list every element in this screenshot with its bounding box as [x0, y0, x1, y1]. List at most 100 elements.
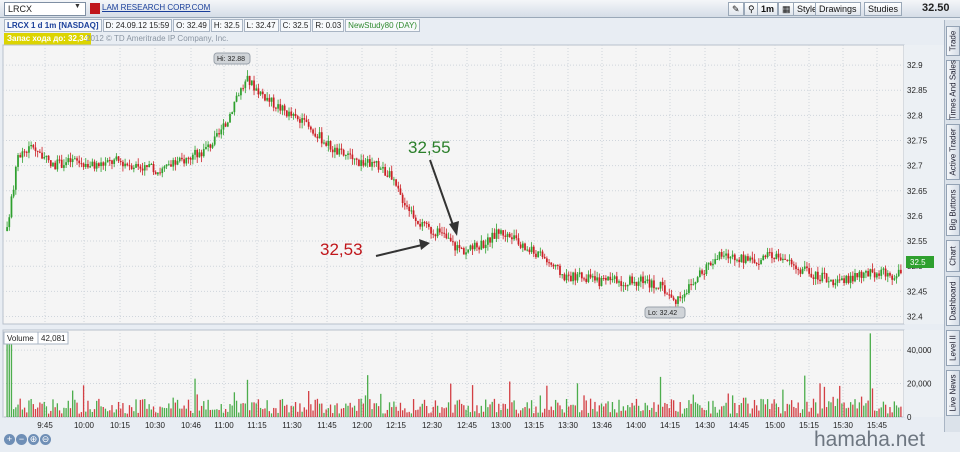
candle-body — [148, 164, 151, 168]
volume-bar — [554, 399, 557, 417]
volume-bar — [441, 407, 443, 417]
candle-body — [233, 101, 236, 113]
tab-chart[interactable]: Chart — [946, 240, 960, 272]
volume-bar — [766, 399, 769, 417]
candle-body — [375, 161, 378, 163]
volume-bar — [428, 413, 430, 417]
tab-big-buttons[interactable]: Big Buttons — [946, 184, 960, 236]
volume-bar — [37, 407, 39, 417]
volume-bar — [137, 412, 139, 417]
volume-bar — [113, 412, 115, 417]
candle-body — [891, 275, 894, 280]
candle-body — [95, 163, 98, 169]
zoom-fit-icon[interactable]: ⊕ — [28, 434, 39, 445]
candle-body — [264, 94, 266, 101]
candle-body — [779, 257, 782, 261]
volume-bar — [238, 412, 240, 417]
volume-bar — [443, 408, 445, 417]
zoom-out-icon[interactable]: − — [16, 434, 27, 445]
candle-body — [674, 299, 677, 304]
candle-body — [561, 274, 564, 276]
volume-bar — [703, 409, 705, 417]
candle-body — [832, 279, 835, 286]
candle-body — [725, 253, 727, 256]
candle-body — [139, 166, 142, 169]
candle-body — [672, 297, 675, 300]
volume-bar — [364, 395, 367, 417]
volume-bar — [830, 402, 832, 417]
volume-bar — [126, 413, 128, 417]
candle-body — [642, 276, 644, 284]
volume-bar — [638, 405, 640, 417]
volume-bar — [544, 408, 546, 417]
volume-bar — [139, 399, 142, 417]
time-tick-label: 12:30 — [422, 421, 443, 430]
candle-body — [858, 271, 861, 278]
watermark: hamaha.net — [814, 428, 925, 451]
candle-body — [261, 91, 264, 95]
candle-body — [290, 111, 293, 116]
time-tick-label: 11:30 — [282, 421, 302, 430]
volume-bar — [148, 404, 150, 417]
volume-bar — [541, 412, 544, 417]
volume-bar — [782, 389, 784, 417]
tab-live-news[interactable]: Live News — [946, 370, 960, 416]
volume-bar — [157, 412, 159, 417]
tab-level-ii[interactable]: Level II — [946, 330, 960, 366]
volume-bar — [587, 412, 590, 417]
candle-body — [255, 88, 258, 91]
candle-body — [620, 281, 623, 286]
candle-body — [596, 277, 599, 281]
candle-body — [377, 161, 380, 170]
volume-bar — [701, 407, 703, 417]
volume-bar — [377, 406, 380, 417]
volume-bar — [627, 405, 629, 417]
volume-bar — [482, 411, 485, 417]
candle-body — [56, 159, 59, 170]
candle-body — [257, 88, 260, 95]
volume-bar — [616, 412, 618, 417]
volume-bar — [863, 405, 865, 417]
volume-bar — [266, 400, 268, 417]
candle-body — [211, 144, 214, 148]
candle-body — [373, 161, 376, 163]
volume-bar — [463, 405, 465, 417]
candle-body — [305, 119, 308, 122]
volume-bar — [480, 405, 482, 417]
candle-body — [644, 280, 647, 284]
volume-bar — [858, 402, 861, 417]
candle-body — [827, 281, 830, 283]
tab-dashboard[interactable]: Dashboard — [946, 276, 960, 326]
volume-bar — [345, 403, 347, 417]
tab-times-and-sales[interactable]: Times And Sales — [946, 60, 960, 120]
candle-body — [690, 284, 692, 286]
candle-body — [609, 276, 612, 281]
candle-body — [567, 274, 570, 276]
tab-trade[interactable]: Trade — [946, 26, 960, 56]
volume-bar — [393, 401, 395, 417]
candle-body — [401, 194, 404, 203]
candle-body — [362, 160, 365, 166]
volume-bar — [321, 403, 323, 417]
tab-active-trader[interactable]: Active Trader — [946, 124, 960, 180]
candle-body — [403, 202, 406, 206]
volume-bar — [391, 407, 393, 417]
time-tick-label: 12:00 — [352, 421, 373, 430]
volume-bar — [10, 336, 13, 417]
candle-body — [80, 163, 83, 165]
zoom-reset-icon[interactable]: ⊖ — [40, 434, 51, 445]
candle-body — [406, 205, 408, 207]
zoom-in-icon[interactable]: + — [4, 434, 15, 445]
candle-body — [209, 144, 212, 148]
volume-bar — [404, 408, 406, 417]
price-chart[interactable]: 32.4 32.45 32.5 32.55 32.6 32.65 32.7 32.75 32.8… — [0, 0, 944, 451]
price-tick-label: 32.8 — [907, 111, 923, 120]
candle-body — [384, 167, 387, 176]
candle-body — [476, 242, 478, 248]
candle-body — [594, 276, 596, 281]
volume-bar — [128, 405, 131, 417]
candle-body — [565, 274, 568, 281]
candle-body — [873, 272, 876, 278]
volume-bar — [244, 403, 246, 417]
candle-body — [803, 266, 806, 269]
